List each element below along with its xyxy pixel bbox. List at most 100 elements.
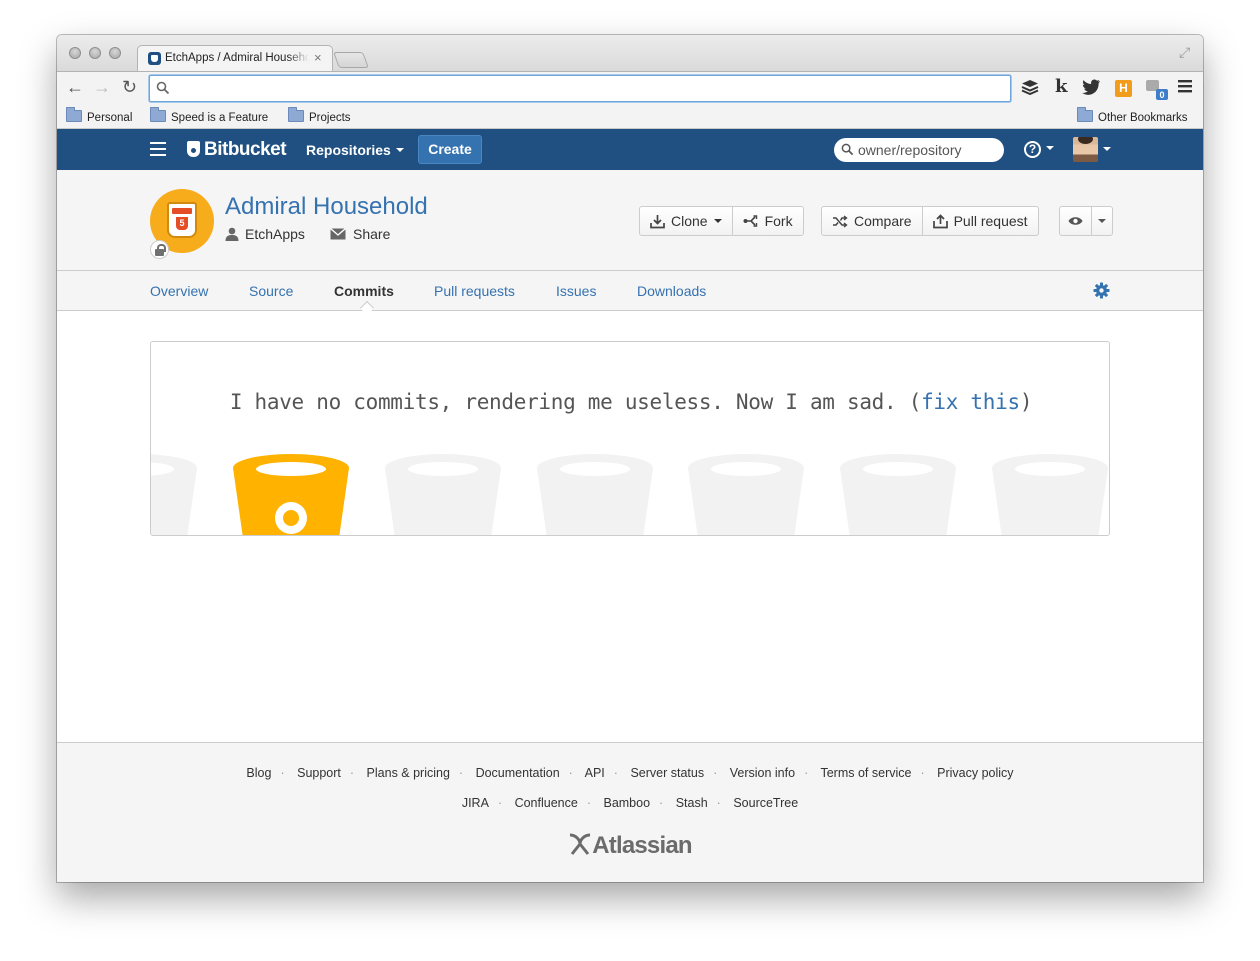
footer-link-api[interactable]: API	[585, 766, 605, 780]
create-button[interactable]: Create	[418, 135, 482, 164]
footer-link-confluence[interactable]: Confluence	[515, 796, 578, 810]
html5-cup-icon	[167, 202, 197, 238]
ghostery-extension-icon[interactable]: 0	[1145, 79, 1169, 105]
footer-link-version-info[interactable]: Version info	[730, 766, 795, 780]
klout-extension-icon[interactable]: k	[1055, 76, 1067, 97]
fix-this-link[interactable]: fix this	[921, 390, 1020, 414]
search-placeholder: owner/repository	[858, 142, 962, 158]
gear-icon[interactable]	[1093, 282, 1110, 299]
bookmark-speed-is-a-feature[interactable]: Speed is a Feature	[150, 107, 268, 124]
folder-icon	[66, 107, 82, 122]
atlassian-x-icon	[570, 833, 591, 855]
shuffle-icon	[833, 214, 848, 228]
page-footer: Blog · Support · Plans & pricing · Document…	[57, 742, 1203, 882]
fork-icon	[743, 215, 757, 227]
compare-pullrequest-button-group: Compare Pull request	[821, 206, 1039, 236]
compare-button[interactable]: Compare	[822, 207, 923, 235]
tab-pull-requests[interactable]: Pull requests	[434, 283, 515, 299]
repository-owner-link[interactable]: EtchApps	[225, 226, 305, 242]
bitbucket-logo[interactable]: Bitbucket	[187, 139, 287, 161]
atlassian-logo[interactable]: Atlassian	[57, 832, 1203, 860]
extension-badge: 0	[1159, 90, 1164, 100]
footer-link-server-status[interactable]: Server status	[630, 766, 704, 780]
browser-tab[interactable]: EtchApps / Admiral Household ×	[137, 45, 333, 72]
lock-icon	[150, 240, 169, 259]
clone-fork-button-group: Clone Fork	[639, 206, 804, 236]
back-arrow-icon[interactable]: ←	[66, 77, 84, 98]
share-link[interactable]: Share	[330, 226, 390, 242]
footer-link-blog[interactable]: Blog	[246, 766, 271, 780]
repository-header: Admiral Household EtchApps Share Clone F…	[57, 170, 1203, 271]
user-menu-dropdown[interactable]	[1073, 137, 1111, 162]
folder-icon	[150, 107, 166, 122]
envelope-icon	[330, 227, 346, 240]
help-dropdown[interactable]: ?	[1024, 140, 1054, 158]
bookmark-projects[interactable]: Projects	[288, 107, 351, 124]
repositories-dropdown[interactable]: Repositories	[306, 142, 404, 158]
footer-link-documentation[interactable]: Documentation	[476, 766, 560, 780]
yellow-bucket-illustration-icon	[233, 454, 349, 535]
repository-search-input[interactable]: owner/repository	[834, 138, 1004, 162]
bitbucket-header: Bitbucket Repositories Create owner/repo…	[57, 129, 1203, 170]
repository-tabs: Overview Source Commits Pull requests Is…	[57, 271, 1203, 316]
bitbucket-bucket-icon	[187, 141, 200, 157]
grey-bucket-illustration-icon	[151, 454, 197, 535]
watch-button[interactable]	[1060, 207, 1092, 235]
pull-request-button[interactable]: Pull request	[923, 207, 1038, 235]
tab-close-icon[interactable]: ×	[314, 50, 322, 65]
empty-commits-message: I have no commits, rendering me useless.…	[229, 390, 1033, 414]
chevron-down-icon	[395, 148, 404, 152]
user-avatar	[1073, 137, 1098, 162]
watch-options-dropdown[interactable]	[1092, 207, 1112, 235]
browser-toolbar: ← → ↻ k H 0	[57, 71, 1203, 105]
bookmark-personal[interactable]: Personal	[66, 107, 132, 124]
bitbucket-favicon-icon	[148, 52, 161, 65]
minimize-window-button[interactable]	[89, 47, 101, 59]
bookmark-other-bookmarks[interactable]: Other Bookmarks	[1077, 107, 1187, 124]
footer-link-terms-of-service[interactable]: Terms of service	[820, 766, 911, 780]
footer-links-products: JIRA · Confluence · Bamboo · Stash · SourceT…	[461, 796, 799, 810]
footer-link-support[interactable]: Support	[297, 766, 341, 780]
grey-bucket-illustration-icon	[537, 454, 653, 535]
clone-button[interactable]: Clone	[640, 207, 733, 235]
tab-downloads[interactable]: Downloads	[637, 283, 706, 299]
hacker-news-extension-icon[interactable]: H	[1115, 80, 1132, 97]
tab-source[interactable]: Source	[249, 283, 293, 299]
grey-bucket-illustration-icon	[840, 454, 956, 535]
footer-link-privacy-policy[interactable]: Privacy policy	[937, 766, 1013, 780]
empty-commits-panel: I have no commits, rendering me useless.…	[150, 341, 1110, 536]
footer-link-stash[interactable]: Stash	[676, 796, 708, 810]
forward-arrow-icon[interactable]: →	[93, 77, 111, 98]
address-bar[interactable]	[149, 75, 1011, 102]
buffer-extension-icon[interactable]	[1021, 79, 1039, 99]
zoom-window-button[interactable]	[109, 47, 121, 59]
active-tab-pointer	[359, 300, 375, 316]
search-icon	[156, 81, 170, 95]
watch-button-group	[1059, 206, 1113, 236]
footer-link-jira[interactable]: JIRA	[462, 796, 489, 810]
new-tab-button[interactable]	[333, 52, 369, 68]
tab-overview[interactable]: Overview	[150, 283, 208, 299]
twitter-extension-icon[interactable]	[1082, 79, 1101, 99]
reload-icon[interactable]: ↻	[122, 77, 137, 98]
browser-titlebar: EtchApps / Admiral Household × ⤢	[57, 35, 1203, 72]
upload-icon	[932, 213, 948, 228]
tab-title: EtchApps / Admiral Household	[165, 52, 309, 64]
footer-link-bamboo[interactable]: Bamboo	[603, 796, 650, 810]
user-icon	[225, 227, 239, 241]
footer-link-sourcetree[interactable]: SourceTree	[733, 796, 798, 810]
eye-icon	[1068, 217, 1083, 225]
browser-window: EtchApps / Admiral Household × ⤢ ← → ↻ k…	[57, 35, 1203, 882]
tab-commits[interactable]: Commits	[334, 283, 394, 299]
folder-icon	[1077, 107, 1093, 122]
close-window-button[interactable]	[69, 47, 81, 59]
folder-icon	[288, 107, 304, 122]
chevron-down-icon	[1103, 146, 1111, 151]
repository-name[interactable]: Admiral Household	[225, 193, 428, 221]
fork-button[interactable]: Fork	[733, 207, 803, 235]
fullscreen-icon[interactable]: ⤢	[1179, 44, 1190, 61]
chrome-menu-icon[interactable]	[1178, 79, 1192, 97]
app-switcher-menu-icon[interactable]	[150, 142, 166, 156]
tab-issues[interactable]: Issues	[556, 283, 596, 299]
footer-link-plans-pricing[interactable]: Plans & pricing	[367, 766, 450, 780]
